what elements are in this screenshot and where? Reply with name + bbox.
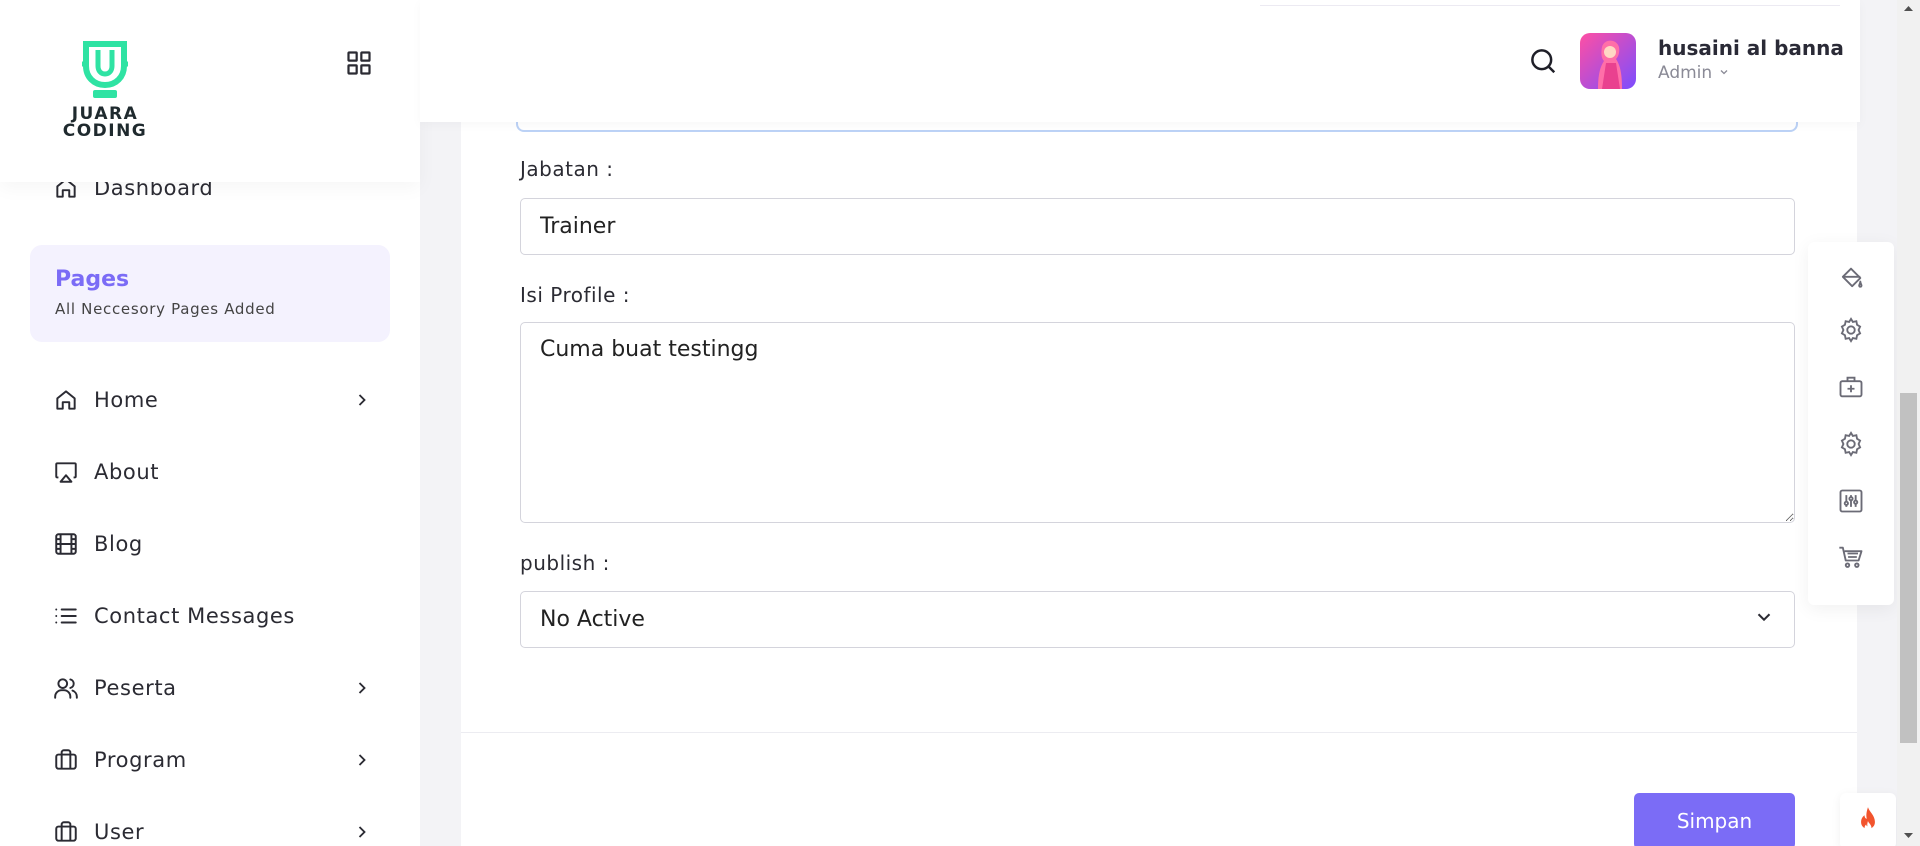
isi-profile-label: Isi Profile : bbox=[520, 283, 631, 307]
form-divider bbox=[461, 732, 1857, 733]
medical-case-icon[interactable] bbox=[1837, 373, 1865, 401]
paint-bucket-icon[interactable] bbox=[1837, 264, 1865, 292]
user-role-dropdown[interactable]: Admin bbox=[1658, 63, 1730, 83]
sidebar: Dashboard Pages All Neccesory Pages Adde… bbox=[0, 0, 420, 846]
brand-logo[interactable]: JUARA CODING bbox=[50, 40, 160, 144]
sidebar-item-label: Program bbox=[94, 748, 187, 772]
sidebar-item-user[interactable]: User bbox=[52, 814, 372, 846]
gear-icon[interactable] bbox=[1837, 430, 1865, 458]
publish-select[interactable]: No Active bbox=[520, 591, 1795, 648]
sidebar-item-label: Peserta bbox=[94, 676, 177, 700]
fire-icon bbox=[1861, 807, 1875, 832]
cart-icon[interactable] bbox=[1837, 543, 1865, 571]
chevron-down-icon bbox=[1753, 606, 1775, 634]
save-button[interactable]: Simpan bbox=[1634, 793, 1795, 846]
scroll-up-arrow[interactable] bbox=[1897, 0, 1920, 18]
search-icon bbox=[1531, 49, 1556, 74]
sidebar-item-label: User bbox=[94, 820, 145, 844]
fire-button[interactable] bbox=[1840, 793, 1896, 846]
publish-label: publish : bbox=[520, 551, 610, 575]
page-scrollbar[interactable] bbox=[1897, 0, 1920, 846]
list-icon bbox=[52, 602, 80, 630]
chevron-right-icon bbox=[352, 822, 372, 842]
topbar: husaini al banna Admin bbox=[420, 0, 1860, 122]
sidebar-item-home[interactable]: Home bbox=[52, 382, 372, 418]
airplay-icon bbox=[52, 458, 80, 486]
sidebar-item-contact-messages[interactable]: Contact Messages bbox=[52, 598, 372, 634]
sidebar-item-peserta[interactable]: Peserta bbox=[52, 670, 372, 706]
sidebar-item-label: Blog bbox=[94, 532, 143, 556]
pages-title: Pages bbox=[55, 267, 130, 292]
chevron-right-icon bbox=[352, 750, 372, 770]
avatar[interactable] bbox=[1580, 33, 1636, 89]
topbar-divider bbox=[1260, 5, 1840, 6]
sidebar-item-label: About bbox=[94, 460, 160, 484]
sidebar-item-program[interactable]: Program bbox=[52, 742, 372, 778]
sidebar-header: JUARA CODING bbox=[0, 0, 420, 182]
film-icon bbox=[52, 530, 80, 558]
publish-select-value: No Active bbox=[540, 607, 645, 632]
isi-profile-textarea[interactable]: Cuma buat testingg bbox=[520, 322, 1795, 523]
user-name: husaini al banna bbox=[1658, 36, 1844, 60]
search-button[interactable] bbox=[1528, 46, 1558, 76]
chevron-down-icon bbox=[1718, 63, 1730, 83]
user-role: Admin bbox=[1658, 63, 1713, 83]
users-icon bbox=[52, 674, 80, 702]
logo-text: JUARA CODING bbox=[62, 104, 148, 141]
trophy-icon bbox=[82, 41, 128, 98]
avatar-illustration bbox=[1598, 40, 1622, 89]
sidebar-item-label: Home bbox=[94, 388, 159, 412]
pages-subtitle: All Neccesory Pages Added bbox=[55, 300, 276, 318]
menu-grid-button[interactable] bbox=[345, 49, 373, 77]
briefcase-icon bbox=[52, 746, 80, 774]
jabatan-input[interactable] bbox=[520, 198, 1795, 255]
home-icon bbox=[52, 386, 80, 414]
floating-toolbar bbox=[1808, 242, 1894, 605]
sliders-icon[interactable] bbox=[1837, 487, 1865, 515]
scroll-down-arrow[interactable] bbox=[1897, 826, 1920, 844]
chevron-right-icon bbox=[352, 678, 372, 698]
grid-icon bbox=[347, 51, 371, 75]
jabatan-label: Jabatan : bbox=[520, 157, 614, 181]
sidebar-item-label: Contact Messages bbox=[94, 604, 295, 628]
sidebar-item-about[interactable]: About bbox=[52, 454, 372, 490]
chevron-right-icon bbox=[352, 390, 372, 410]
sidebar-item-blog[interactable]: Blog bbox=[52, 526, 372, 562]
briefcase-icon bbox=[52, 818, 80, 846]
gear-icon[interactable] bbox=[1837, 316, 1865, 344]
scroll-thumb[interactable] bbox=[1900, 393, 1917, 743]
pages-section: Pages All Neccesory Pages Added bbox=[30, 245, 390, 342]
